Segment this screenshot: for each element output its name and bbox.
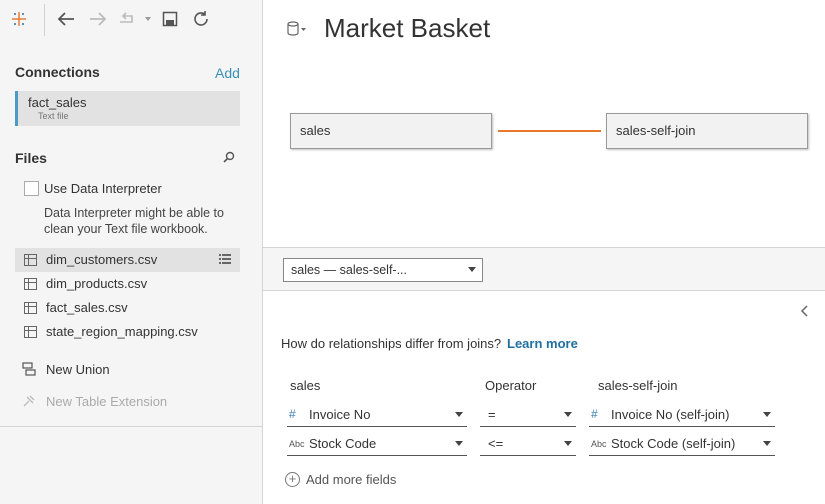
main-panel: Market Basket sales sales-self-join sale… — [263, 0, 825, 504]
table-icon — [24, 302, 37, 314]
operator-header: Operator — [485, 378, 537, 393]
add-icon: + — [285, 472, 300, 487]
data-source-icon[interactable] — [286, 20, 308, 41]
operator-select[interactable]: = — [480, 403, 576, 427]
relationship-select-value: sales — sales-self-... — [291, 263, 408, 277]
chevron-down-icon — [455, 412, 463, 417]
learn-more-link[interactable]: Learn more — [507, 336, 578, 351]
relationship-select[interactable]: sales — sales-self-... — [283, 258, 483, 282]
right-field-select[interactable]: Abc Stock Code (self-join) — [589, 432, 775, 456]
operator-value: = — [488, 407, 496, 422]
left-field-value: Invoice No — [309, 407, 371, 422]
redo-icon[interactable] — [117, 8, 153, 30]
tableau-logo-icon[interactable] — [8, 8, 30, 30]
table-icon — [24, 254, 37, 266]
string-type-icon: Abc — [289, 439, 305, 449]
file-item[interactable]: dim_customers.csv — [15, 248, 240, 272]
left-table-header: sales — [290, 378, 321, 393]
new-union-label: New Union — [46, 362, 110, 377]
canvas-table-sales[interactable]: sales — [290, 113, 492, 149]
add-more-fields-label: Add more fields — [306, 472, 397, 487]
collapse-icon[interactable] — [800, 304, 810, 320]
table-icon — [24, 278, 37, 290]
string-type-icon: Abc — [591, 439, 607, 449]
table-name: sales — [300, 123, 331, 138]
file-item[interactable]: dim_products.csv — [15, 272, 240, 296]
new-table-extension-label: New Table Extension — [46, 394, 168, 409]
left-field-value: Stock Code — [309, 436, 377, 451]
connections-title: Connections — [15, 64, 100, 80]
search-icon[interactable] — [223, 151, 235, 166]
data-source-title[interactable]: Market Basket — [324, 13, 490, 44]
file-item[interactable]: fact_sales.csv — [15, 296, 240, 320]
right-field-value: Invoice No (self-join) — [611, 407, 730, 422]
right-field-value: Stock Code (self-join) — [611, 436, 736, 451]
interpreter-description: Data Interpreter might be able to clean … — [44, 206, 224, 236]
left-panel: Connections Add fact_sales Text file Fil… — [0, 0, 263, 504]
chevron-down-icon — [763, 441, 771, 446]
file-name: state_region_mapping.csv — [46, 324, 198, 339]
toolbar — [0, 0, 263, 40]
chevron-down-icon — [455, 441, 463, 446]
right-field-select[interactable]: # Invoice No (self-join) — [589, 403, 775, 427]
forward-icon[interactable] — [87, 8, 109, 30]
left-field-select[interactable]: Abc Stock Code — [287, 432, 467, 456]
chevron-down-icon — [763, 412, 771, 417]
chevron-down-icon — [564, 441, 572, 446]
operator-value: <= — [488, 436, 504, 451]
file-item[interactable]: state_region_mapping.csv — [15, 320, 240, 344]
toolbar-separator — [44, 4, 45, 36]
union-icon — [22, 362, 38, 379]
chevron-down-icon — [564, 412, 572, 417]
file-name: dim_customers.csv — [46, 252, 158, 267]
files-title: Files — [15, 150, 47, 166]
connection-type: Text file — [38, 111, 69, 121]
use-data-interpreter-checkbox[interactable] — [24, 181, 39, 196]
relationship-help-text: How do relationships differ from joins? — [281, 336, 502, 351]
grid-view-icon[interactable] — [219, 254, 231, 267]
save-icon[interactable] — [159, 8, 181, 30]
number-type-icon: # — [591, 407, 598, 421]
chevron-down-icon — [468, 267, 476, 272]
connection-item[interactable]: fact_sales Text file — [15, 91, 240, 126]
refresh-icon[interactable] — [190, 8, 212, 30]
use-data-interpreter-label: Use Data Interpreter — [44, 181, 162, 196]
operator-select[interactable]: <= — [480, 432, 576, 456]
file-name: fact_sales.csv — [46, 300, 128, 315]
table-name: sales-self-join — [616, 123, 696, 138]
back-icon[interactable] — [55, 8, 77, 30]
canvas-table-sales-self-join[interactable]: sales-self-join — [606, 113, 808, 149]
relationship-line[interactable] — [498, 130, 601, 132]
number-type-icon: # — [289, 407, 296, 421]
divider — [0, 426, 263, 427]
relationship-bar: sales — sales-self-... — [263, 247, 825, 291]
right-table-header: sales-self-join — [598, 378, 678, 393]
table-icon — [24, 326, 37, 338]
connection-name: fact_sales — [28, 95, 87, 110]
extension-icon — [22, 394, 38, 411]
add-connection-link[interactable]: Add — [215, 65, 240, 81]
left-field-select[interactable]: # Invoice No — [287, 403, 467, 427]
file-name: dim_products.csv — [46, 276, 148, 291]
